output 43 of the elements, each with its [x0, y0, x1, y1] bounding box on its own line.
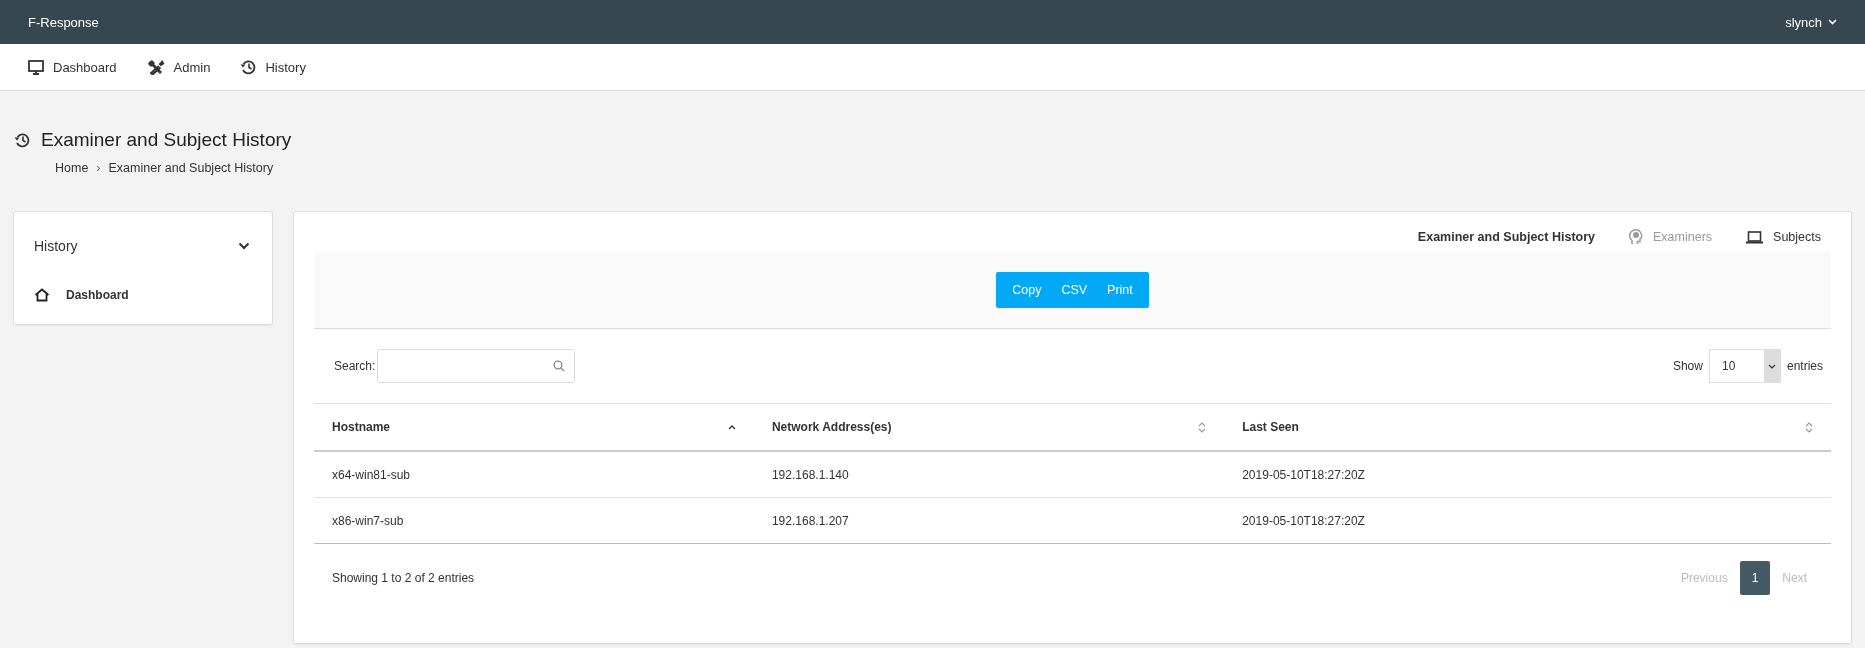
sort-ascending-icon: [727, 424, 736, 430]
page-length-select[interactable]: 10: [1708, 349, 1781, 383]
table-cell: 192.168.1.207: [753, 497, 1225, 544]
tab[interactable]: Subjects: [1746, 222, 1821, 252]
search-label: Search:: [334, 359, 376, 373]
chevron-down-icon[interactable]: [238, 242, 250, 250]
chevron-down-icon: [1767, 363, 1776, 369]
tab[interactable]: Examiner and Subject History: [1417, 222, 1595, 252]
home-icon: [34, 288, 50, 302]
sort-icon: [1198, 421, 1207, 433]
monitor-icon: [28, 59, 44, 75]
show-label: Show: [1672, 359, 1703, 373]
breadcrumb-separator: ›: [96, 161, 101, 175]
column-header[interactable]: Network Address(es): [753, 403, 1225, 451]
page-button[interactable]: 1: [1739, 561, 1771, 595]
nav-link[interactable]: Dashboard: [28, 59, 117, 75]
table-info: Showing 1 to 2 of 2 entries: [332, 571, 475, 585]
chevron-down-icon: [1828, 19, 1837, 25]
column-header[interactable]: Last Seen: [1224, 403, 1831, 451]
sort-icon: [1805, 421, 1813, 433]
search-icon: [553, 360, 566, 372]
tools-icon: [146, 59, 165, 75]
breadcrumb-item[interactable]: Home: [55, 161, 89, 175]
table-cell: x86-win7-sub: [314, 497, 754, 544]
table-cell: 2019-05-10T18:27:20Z: [1224, 451, 1831, 498]
page-title: Examiner and Subject History: [41, 129, 292, 151]
user-menu[interactable]: slynch: [1785, 14, 1837, 30]
brand-name[interactable]: F-Response: [28, 14, 99, 30]
sidebar-item[interactable]: Dashboard: [14, 254, 272, 306]
table-cell: x64-win81-sub: [314, 451, 754, 498]
history-icon: [240, 59, 257, 75]
search-field[interactable]: [377, 349, 576, 383]
column-header[interactable]: Hostname: [314, 403, 754, 451]
laptop-icon: [1746, 230, 1764, 244]
nav-link[interactable]: History: [240, 59, 306, 75]
sidebar-title: History: [34, 238, 78, 254]
table-cell: 192.168.1.140: [753, 451, 1225, 498]
breadcrumb-item: Examiner and Subject History: [108, 161, 274, 175]
table-cell: 2019-05-10T18:27:20Z: [1224, 497, 1831, 544]
head-icon: [1629, 229, 1643, 245]
history-icon: [14, 132, 30, 148]
entries-label: entries: [1786, 359, 1823, 373]
nav-link[interactable]: Admin: [146, 59, 211, 75]
